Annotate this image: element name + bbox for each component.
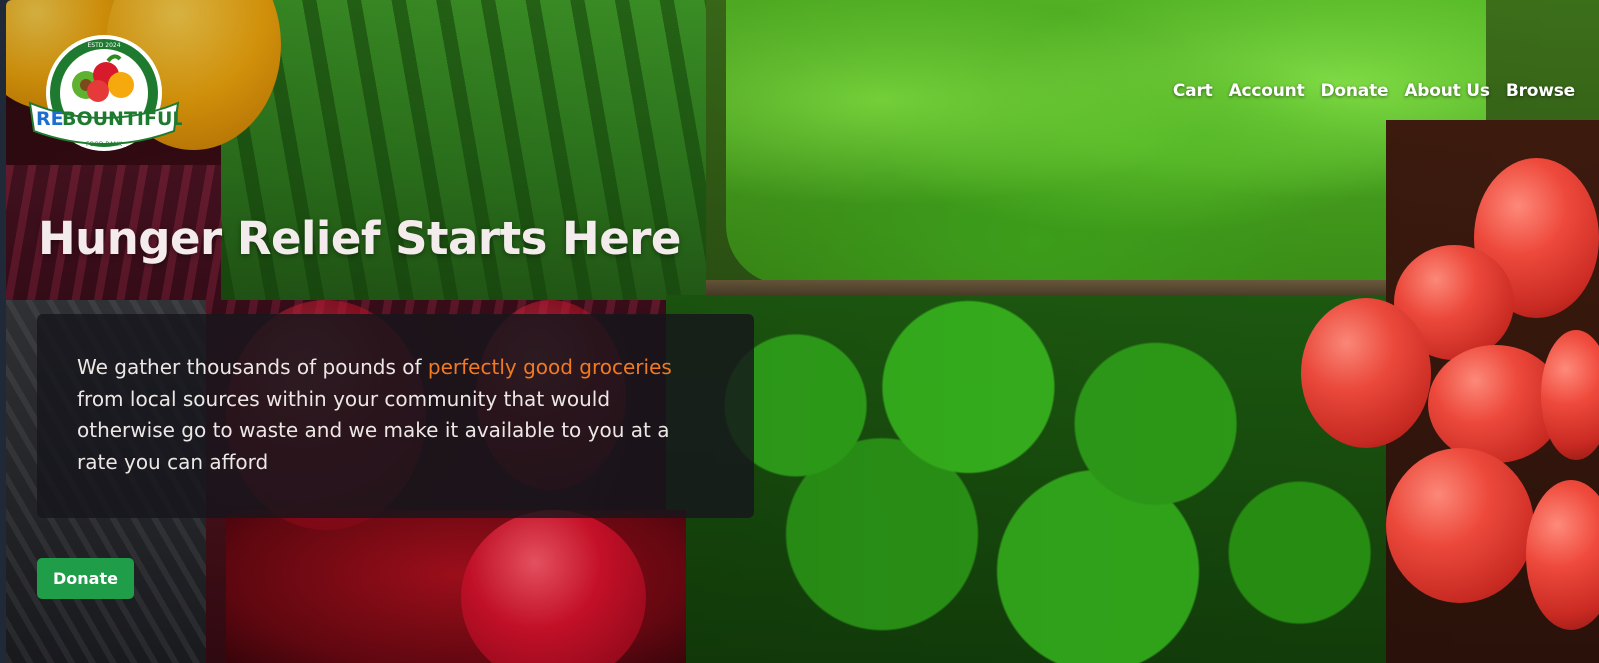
donate-button[interactable]: Donate bbox=[37, 558, 134, 599]
hero-description-highlight: perfectly good groceries bbox=[427, 355, 672, 379]
brand-logo[interactable]: RE BOUNTIFULL ESTD 2024 FOOD BANK bbox=[26, 33, 197, 155]
hero-description-lead: We gather thousands of pounds of bbox=[77, 355, 428, 379]
hero-description: We gather thousands of pounds of perfect… bbox=[77, 352, 697, 478]
nav-cart-link[interactable]: Cart bbox=[1173, 81, 1213, 101]
hero-info-card: We gather thousands of pounds of perfect… bbox=[37, 314, 754, 518]
hero-title: Hunger Relief Starts Here bbox=[38, 212, 681, 265]
logo-text-re: RE bbox=[36, 108, 64, 130]
nav-account-link[interactable]: Account bbox=[1229, 81, 1305, 101]
page-frame: RE BOUNTIFULL ESTD 2024 FOOD BANK Cart A… bbox=[6, 0, 1599, 663]
nav-browse-link[interactable]: Browse bbox=[1506, 81, 1575, 101]
main-nav: Cart Account Donate About Us Browse bbox=[1173, 81, 1575, 101]
logo-emblem-icon: RE BOUNTIFULL ESTD 2024 FOOD BANK bbox=[28, 35, 197, 151]
nav-about-us-link[interactable]: About Us bbox=[1404, 81, 1490, 101]
logo-tagline-text: FOOD BANK bbox=[86, 141, 123, 148]
logo-text-bountifull: BOUNTIFULL bbox=[62, 108, 182, 130]
logo-established-text: ESTD 2024 bbox=[87, 42, 120, 49]
hero-description-tail: from local sources within your community… bbox=[77, 386, 670, 474]
nav-donate-link[interactable]: Donate bbox=[1321, 81, 1389, 101]
